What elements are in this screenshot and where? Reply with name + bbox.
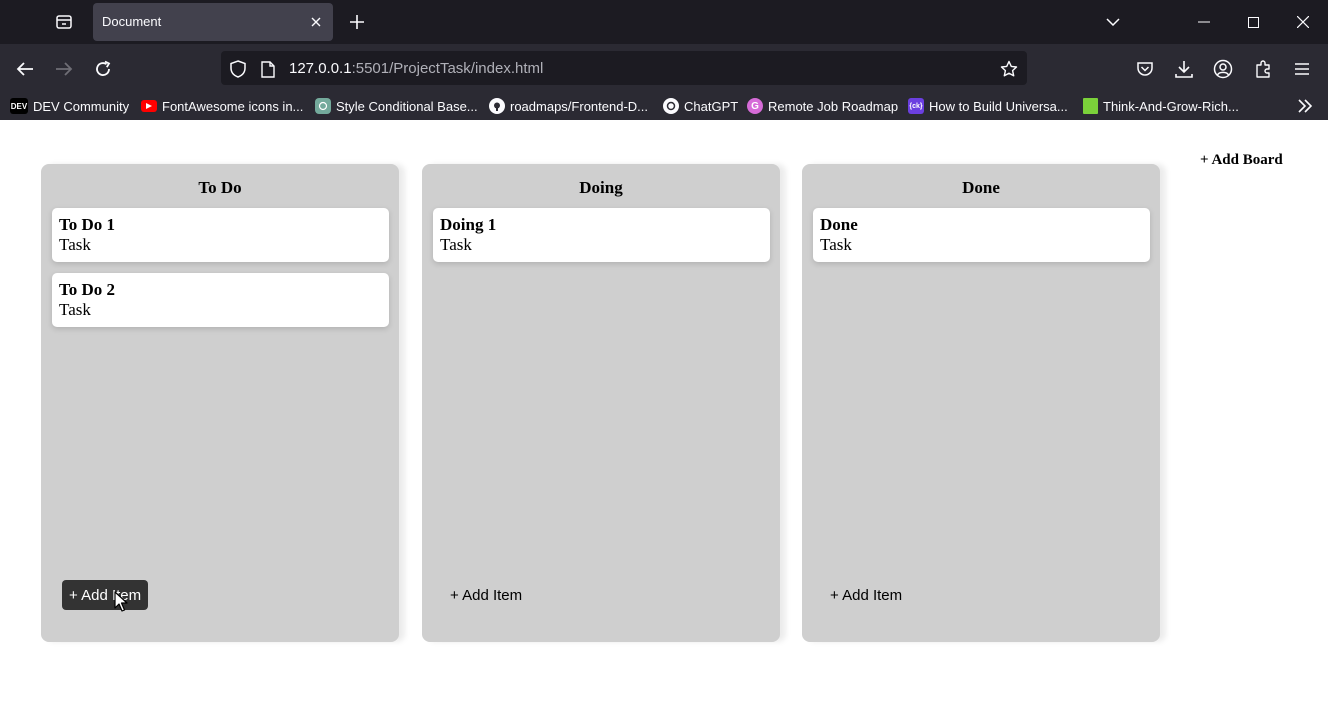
reload-icon[interactable] — [90, 56, 116, 82]
bookmark-item[interactable]: Think-And-Grow-Rich... — [1083, 96, 1239, 116]
add-item-button[interactable]: + Add Item — [823, 580, 909, 610]
github-icon — [489, 98, 505, 114]
openai-icon — [315, 98, 331, 114]
bookmark-item[interactable]: FontAwesome icons in... — [141, 96, 303, 116]
url-host: 127.0.0.1 — [289, 60, 352, 77]
board-title: Doing — [579, 178, 623, 197]
pocket-icon[interactable] — [1132, 56, 1158, 82]
download-icon[interactable] — [1171, 56, 1197, 82]
new-tab-icon[interactable] — [346, 11, 368, 33]
bookmark-label: FontAwesome icons in... — [162, 98, 304, 114]
task-card[interactable]: To Do 2 Task — [52, 273, 389, 327]
url-path: :5501/ProjectTask/index.html — [351, 60, 544, 77]
dev-icon: DEV — [10, 98, 28, 114]
mouse-cursor-icon — [114, 591, 128, 612]
board-to-do: To Do To Do 1 Task To Do 2 Task + Add It… — [41, 164, 399, 642]
bookmark-item[interactable]: Style Conditional Base... — [315, 96, 478, 116]
bookmark-label: How to Build Universa... — [929, 98, 1068, 114]
board-title: To Do — [198, 178, 242, 197]
close-window-icon[interactable] — [1291, 10, 1315, 34]
more-bookmarks-icon[interactable] — [1297, 96, 1313, 116]
board-title: Done — [962, 178, 1000, 197]
bookmark-item[interactable]: {ck} How to Build Universa... — [908, 96, 1068, 116]
bookmarks-toolbar: DEV DEV Community FontAwesome icons in..… — [0, 92, 1328, 120]
extensions-icon[interactable] — [1250, 56, 1276, 82]
card-description: Task — [440, 235, 472, 254]
add-item-button[interactable]: + Add Item — [62, 580, 149, 610]
task-card[interactable]: Done Task — [813, 208, 1150, 262]
g-icon: G — [747, 98, 763, 114]
menu-icon[interactable] — [1289, 56, 1315, 82]
url-bar[interactable]: 127.0.0.1:5501/ProjectTask/index.html — [221, 51, 1027, 85]
card-title: Doing 1 — [440, 215, 497, 234]
bookmark-label: Remote Job Roadmap — [768, 98, 899, 114]
page-icon[interactable] — [258, 59, 278, 79]
book-icon — [1083, 98, 1098, 114]
bookmark-item[interactable]: ChatGPT — [663, 96, 738, 116]
add-item-button[interactable]: + Add Item — [443, 580, 529, 610]
close-tab-icon[interactable] — [307, 13, 325, 31]
url-text[interactable]: 127.0.0.1:5501/ProjectTask/index.html — [289, 60, 543, 77]
maximize-icon[interactable] — [1241, 10, 1265, 34]
card-title: To Do 1 — [59, 215, 116, 234]
back-arrow-icon[interactable] — [12, 56, 38, 82]
bookmark-label: DEV Community — [33, 98, 130, 114]
forward-arrow-icon[interactable] — [51, 56, 77, 82]
shield-icon[interactable] — [228, 59, 248, 79]
chevron-down-icon[interactable] — [1102, 12, 1124, 32]
tab-title: Document — [102, 14, 162, 29]
bookmark-item[interactable]: DEV DEV Community — [10, 96, 129, 116]
task-card[interactable]: Doing 1 Task — [433, 208, 770, 262]
board-done: Done Done Task + Add Item — [802, 164, 1160, 642]
card-description: Task — [59, 300, 91, 319]
ck-icon: {ck} — [908, 98, 924, 114]
page-content: + Add Board To Do To Do 1 Task To Do 2 T… — [0, 120, 1328, 720]
browser-tab[interactable]: Document — [93, 3, 333, 41]
youtube-icon — [141, 100, 157, 112]
bookmark-label: Style Conditional Base... — [336, 98, 478, 114]
bookmark-label: Think-And-Grow-Rich... — [1103, 98, 1239, 114]
add-board-button[interactable]: + Add Board — [1200, 152, 1283, 169]
firefox-view-icon[interactable] — [50, 10, 78, 34]
card-title: To Do 2 — [59, 280, 116, 299]
card-description: Task — [820, 235, 852, 254]
card-description: Task — [59, 235, 91, 254]
bookmark-label: roadmaps/Frontend-D... — [510, 98, 649, 114]
bookmark-item[interactable]: roadmaps/Frontend-D... — [489, 96, 648, 116]
bookmark-star-icon[interactable] — [999, 59, 1019, 79]
account-icon[interactable] — [1210, 56, 1236, 82]
navigation-toolbar: 127.0.0.1:5501/ProjectTask/index.html — [0, 44, 1328, 92]
bookmark-item[interactable]: G Remote Job Roadmap — [747, 96, 898, 116]
chatgpt-icon — [663, 98, 679, 114]
bookmark-label: ChatGPT — [684, 98, 739, 114]
tab-bar: Document — [0, 0, 1328, 44]
minimize-icon[interactable] — [1192, 10, 1216, 34]
board-doing: Doing Doing 1 Task + Add Item — [422, 164, 780, 642]
task-card[interactable]: To Do 1 Task — [52, 208, 389, 262]
card-title: Done — [820, 215, 858, 234]
